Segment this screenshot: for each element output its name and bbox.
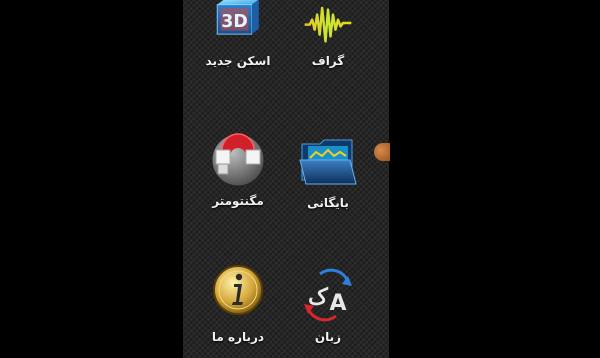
menu-tile-graph[interactable]: گراف [278,0,378,92]
menu-label-about: درباره ما [211,330,265,344]
menu-label-language: زبان [314,330,342,344]
language-icon: ک A [304,268,352,322]
magnet-icon [211,133,265,187]
menu-tile-magnetometer[interactable]: مگنتومتر [188,128,288,228]
side-drawer-handle[interactable] [374,143,390,161]
menu-label-archive: بایگانی [307,196,349,210]
menu-label-magnetometer: مگنتومتر [212,194,264,208]
menu-tile-language[interactable]: ک A زبان [278,262,378,358]
menu-tile-about[interactable]: درباره ما [188,262,288,358]
info-icon [213,265,263,315]
svg-text:3D: 3D [221,12,247,32]
3d-cube-icon: 3D [216,0,259,35]
folder-icon [299,139,357,185]
menu-tile-new-scan[interactable]: 3D اسکن جدید [188,0,288,92]
app-screen: 3D اسکن جدید گراف مگنتومتر بایگانی دربار… [183,0,389,358]
waveform-icon [304,6,352,43]
menu-label-graph: گراف [311,54,345,68]
svg-text:A: A [329,291,346,316]
svg-text:ک: ک [308,284,329,310]
menu-label-new-scan: اسکن جدید [205,54,271,68]
menu-tile-archive[interactable]: بایگانی [278,128,378,228]
